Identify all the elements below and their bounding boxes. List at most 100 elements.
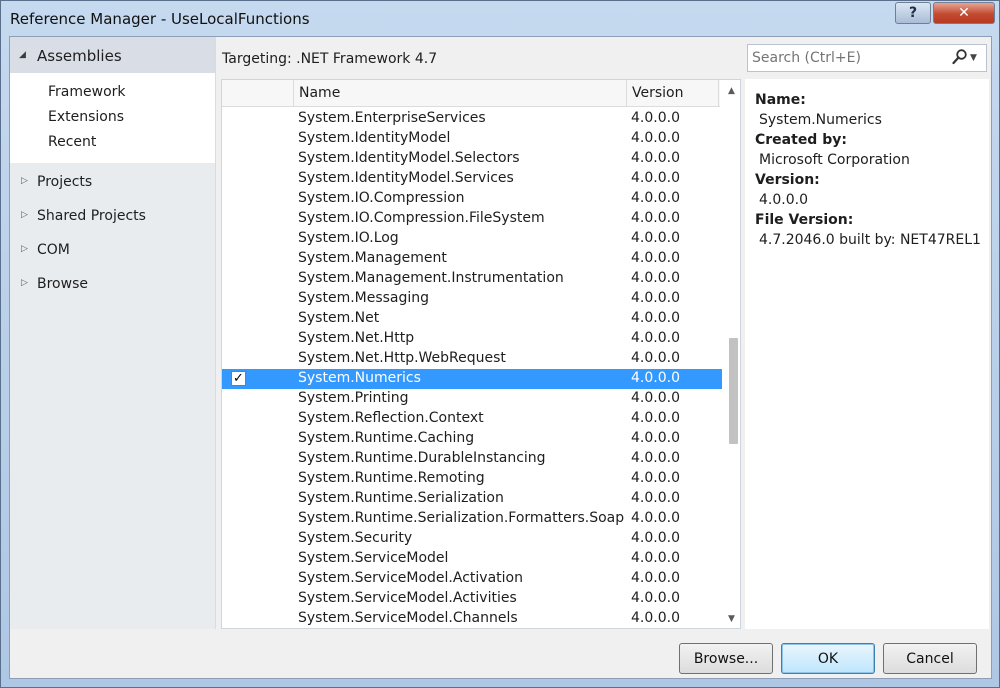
assembly-list[interactable]: Name Version System.EnterpriseServices 4.… — [221, 79, 741, 629]
scroll-down-icon[interactable]: ▼ — [728, 614, 735, 624]
table-row[interactable]: System.Messaging 4.0.0.0 — [222, 289, 722, 309]
assembly-version: 4.0.0.0 — [631, 590, 680, 606]
row-checkbox[interactable] — [231, 511, 246, 526]
cancel-button[interactable]: Cancel — [883, 643, 977, 674]
row-checkbox[interactable] — [231, 311, 246, 326]
row-checkbox[interactable] — [231, 251, 246, 266]
nav-projects[interactable]: ▷ Projects — [10, 169, 215, 199]
nav-item-extensions[interactable]: Extensions — [48, 109, 124, 125]
assembly-name: System.Security — [298, 530, 413, 546]
row-checkbox[interactable] — [231, 151, 246, 166]
table-row[interactable]: System.IdentityModel 4.0.0.0 — [222, 129, 722, 149]
assembly-version: 4.0.0.0 — [631, 190, 680, 206]
scroll-thumb[interactable] — [729, 338, 738, 444]
search-icon[interactable] — [952, 48, 968, 66]
detail-name-label: Name: — [755, 92, 806, 108]
table-row[interactable]: System.Runtime.Caching 4.0.0.0 — [222, 429, 722, 449]
table-row[interactable]: System.EnterpriseServices 4.0.0.0 — [222, 109, 722, 129]
row-checkbox[interactable] — [231, 111, 246, 126]
assembly-version: 4.0.0.0 — [631, 210, 680, 226]
table-row[interactable]: System.IdentityModel.Services 4.0.0.0 — [222, 169, 722, 189]
row-checkbox[interactable] — [231, 291, 246, 306]
row-checkbox[interactable] — [231, 331, 246, 346]
table-row[interactable]: System.IO.Compression.FileSystem 4.0.0.0 — [222, 209, 722, 229]
table-row[interactable]: System.Security 4.0.0.0 — [222, 529, 722, 549]
assembly-version: 4.0.0.0 — [631, 470, 680, 486]
table-row[interactable]: System.ServiceModel.Activation 4.0.0.0 — [222, 569, 722, 589]
scroll-up-icon[interactable]: ▲ — [728, 86, 735, 96]
row-checkbox[interactable] — [231, 591, 246, 606]
table-row[interactable]: System.IO.Log 4.0.0.0 — [222, 229, 722, 249]
row-checkbox[interactable] — [231, 451, 246, 466]
search-input[interactable] — [752, 49, 942, 67]
table-row[interactable]: System.IdentityModel.Selectors 4.0.0.0 — [222, 149, 722, 169]
row-checkbox[interactable] — [231, 191, 246, 206]
checked-checkbox-icon[interactable] — [231, 371, 246, 386]
collapsed-triangle-icon: ▷ — [21, 176, 28, 186]
detail-file-version-value: 4.7.2046.0 built by: NET47REL1 — [759, 232, 981, 248]
row-checkbox[interactable] — [231, 171, 246, 186]
search-box[interactable]: ▼ — [747, 44, 987, 72]
table-row[interactable]: System.ServiceModel.Activities 4.0.0.0 — [222, 589, 722, 609]
list-scrollbar[interactable]: ▲ ▼ — [725, 80, 740, 628]
collapsed-triangle-icon: ▷ — [21, 210, 28, 220]
nav-item-framework[interactable]: Framework — [48, 84, 126, 100]
search-options-chevron-icon[interactable]: ▼ — [970, 53, 977, 63]
row-checkbox[interactable] — [231, 491, 246, 506]
row-checkbox[interactable] — [231, 271, 246, 286]
nav-item-recent[interactable]: Recent — [48, 134, 96, 150]
collapsed-triangle-icon: ▷ — [21, 278, 28, 288]
row-checkbox[interactable] — [231, 131, 246, 146]
row-checkbox[interactable] — [231, 531, 246, 546]
table-row[interactable]: System.Reflection.Context 4.0.0.0 — [222, 409, 722, 429]
browse-button[interactable]: Browse... — [679, 643, 773, 674]
assemblies-subitems: Framework Extensions Recent — [10, 73, 215, 163]
assembly-name: System.Net.Http — [298, 330, 415, 346]
detail-name-value: System.Numerics — [759, 112, 882, 128]
assembly-version: 4.0.0.0 — [631, 550, 680, 566]
table-row[interactable]: System.Runtime.DurableInstancing 4.0.0.0 — [222, 449, 722, 469]
details-pane: Name: System.Numerics Created by: Micros… — [745, 79, 989, 629]
row-checkbox[interactable] — [231, 231, 246, 246]
table-row[interactable]: System.Runtime.Remoting 4.0.0.0 — [222, 469, 722, 489]
column-header-name[interactable]: Name — [293, 80, 627, 107]
row-checkbox[interactable] — [231, 211, 246, 226]
table-row[interactable]: System.Numerics 4.0.0.0 — [222, 369, 722, 389]
table-row[interactable]: System.Runtime.Serialization 4.0.0.0 — [222, 489, 722, 509]
assembly-version: 4.0.0.0 — [631, 110, 680, 126]
assembly-name: System.Runtime.Serialization — [298, 490, 504, 506]
nav-assemblies[interactable]: ◢ Assemblies — [10, 37, 215, 73]
assembly-name: System.EnterpriseServices — [298, 110, 486, 126]
row-checkbox[interactable] — [231, 391, 246, 406]
table-row[interactable]: System.ServiceModel.Channels 4.0.0.0 — [222, 609, 722, 628]
row-checkbox[interactable] — [231, 551, 246, 566]
assembly-name: System.Net.Http.WebRequest — [298, 350, 506, 366]
nav-shared-projects[interactable]: ▷ Shared Projects — [10, 203, 215, 233]
table-row[interactable]: System.Management 4.0.0.0 — [222, 249, 722, 269]
nav-shared-projects-label: Shared Projects — [37, 208, 146, 224]
table-row[interactable]: System.Net.Http.WebRequest 4.0.0.0 — [222, 349, 722, 369]
column-header-version[interactable]: Version — [626, 80, 719, 107]
title-bar[interactable]: Reference Manager - UseLocalFunctions ? … — [1, 1, 999, 35]
row-checkbox[interactable] — [231, 431, 246, 446]
nav-assemblies-label: Assemblies — [37, 47, 122, 65]
nav-com[interactable]: ▷ COM — [10, 237, 215, 267]
row-checkbox[interactable] — [231, 351, 246, 366]
table-row[interactable]: System.Net 4.0.0.0 — [222, 309, 722, 329]
assembly-name: System.Runtime.Remoting — [298, 470, 485, 486]
row-checkbox[interactable] — [231, 611, 246, 626]
row-checkbox[interactable] — [231, 411, 246, 426]
nav-com-label: COM — [37, 242, 70, 258]
close-button[interactable]: ✕ — [933, 2, 995, 24]
table-row[interactable]: System.ServiceModel 4.0.0.0 — [222, 549, 722, 569]
table-row[interactable]: System.IO.Compression 4.0.0.0 — [222, 189, 722, 209]
table-row[interactable]: System.Printing 4.0.0.0 — [222, 389, 722, 409]
table-row[interactable]: System.Net.Http 4.0.0.0 — [222, 329, 722, 349]
table-row[interactable]: System.Management.Instrumentation 4.0.0.0 — [222, 269, 722, 289]
ok-button[interactable]: OK — [781, 643, 875, 674]
help-button[interactable]: ? — [895, 2, 931, 24]
row-checkbox[interactable] — [231, 571, 246, 586]
nav-browse[interactable]: ▷ Browse — [10, 271, 215, 301]
row-checkbox[interactable] — [231, 471, 246, 486]
table-row[interactable]: System.Runtime.Serialization.Formatters.… — [222, 509, 722, 529]
